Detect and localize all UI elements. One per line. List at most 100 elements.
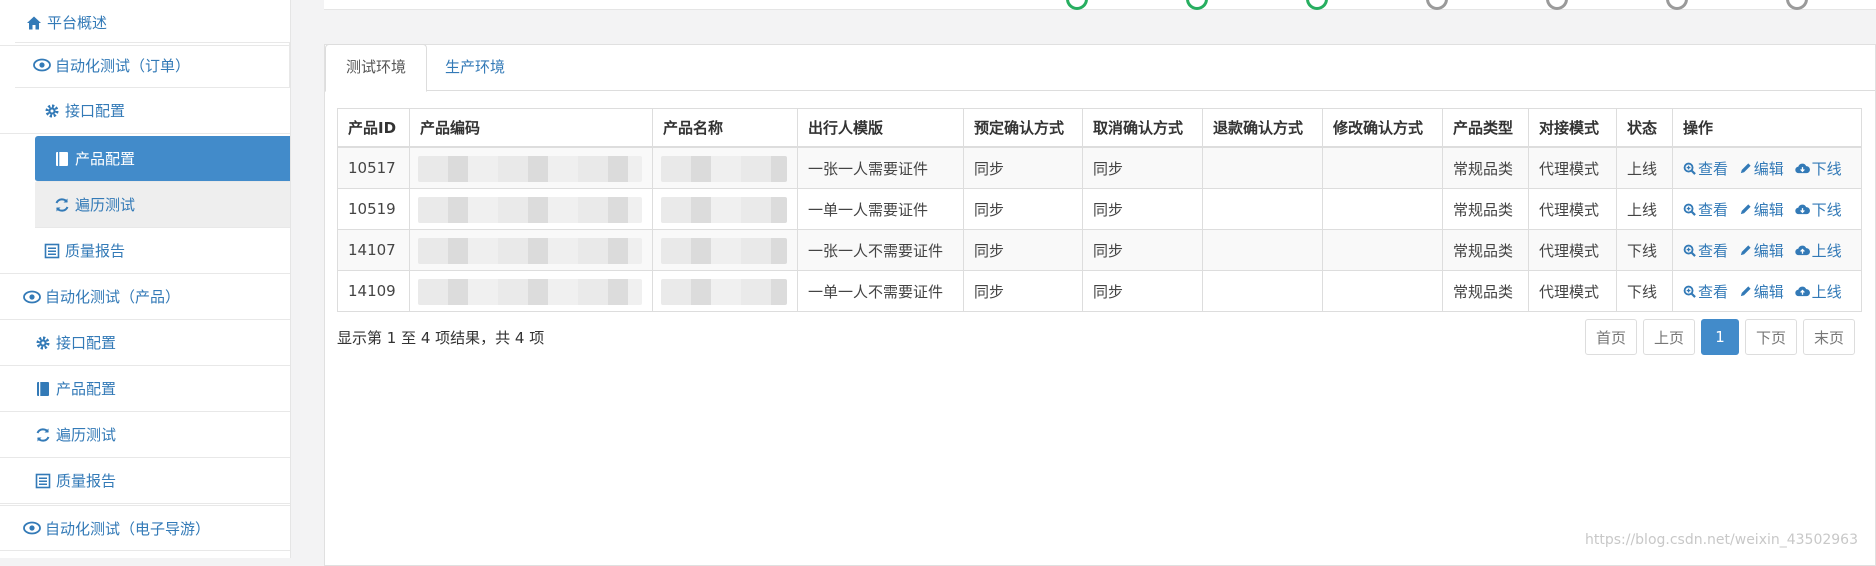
edit-link[interactable]: 编辑 (1739, 281, 1784, 302)
product-type-cell: 常规品类 (1442, 270, 1529, 312)
sidebar-item-platform-overview[interactable]: 平台概述 (0, 0, 290, 46)
sidebar-item-traversal-test[interactable]: 遍历测试 (35, 182, 290, 228)
gear-icon (34, 334, 52, 352)
product-type-cell: 常规品类 (1442, 229, 1529, 271)
pagination: 首页 上页 1 下页 末页 (1579, 319, 1855, 355)
sidebar-item-label: 遍历测试 (75, 196, 136, 214)
first-page-button[interactable]: 首页 (1584, 319, 1637, 355)
status-cell: 下线 (1616, 229, 1673, 271)
refund-confirm-cell (1202, 146, 1323, 189)
last-page-button[interactable]: 末页 (1802, 319, 1855, 355)
list-icon (34, 472, 52, 490)
traveler-template-cell: 一单一人不需要证件 (797, 270, 964, 312)
column-header-integration-mode[interactable]: 对接模式 (1528, 108, 1617, 148)
pencil-icon (1740, 285, 1751, 296)
modify-confirm-cell (1322, 270, 1443, 312)
step-indicator-bar (324, 0, 1876, 10)
sidebar-item-interface-config[interactable]: 接口配置 (0, 320, 290, 366)
sidebar-group-order-automation[interactable]: 自动化测试（订单） (15, 42, 290, 88)
actions-cell: 查看 编辑 下线 (1672, 188, 1862, 230)
column-header-refund-confirm[interactable]: 退款确认方式 (1202, 108, 1323, 148)
tab-production-environment[interactable]: 生产环境 (425, 45, 525, 90)
home-icon (25, 14, 43, 32)
sidebar-item-interface-config[interactable]: 接口配置 (0, 88, 290, 134)
view-link[interactable]: 查看 (1683, 240, 1728, 261)
table-row: 14109 一单一人不需要证件 同步 同步 常规品类 代理模式 下线 查看 编辑… (337, 270, 1862, 312)
refresh-icon (53, 196, 71, 214)
sidebar-item-label: 接口配置 (56, 334, 117, 352)
zoom-in-icon (1683, 162, 1696, 175)
edit-link[interactable]: 编辑 (1739, 158, 1784, 179)
product-table: 产品ID 产品编码 产品名称 出行人模版 预定确认方式 取消确认方式 退款确认方… (337, 108, 1862, 312)
offline-link[interactable]: 下线 (1794, 199, 1842, 220)
sidebar-item-quality-report[interactable]: 质量报告 (0, 458, 290, 504)
sidebar-item-label: 接口配置 (65, 102, 126, 120)
edit-link[interactable]: 编辑 (1739, 240, 1784, 261)
step-pending-icon (1786, 0, 1808, 10)
view-link[interactable]: 查看 (1683, 281, 1728, 302)
table-row: 10519 一单一人需要证件 同步 同步 常规品类 代理模式 上线 查看 编辑 … (337, 188, 1862, 230)
cancel-confirm-cell: 同步 (1082, 270, 1203, 312)
integration-mode-cell: 代理模式 (1528, 188, 1617, 230)
tab-test-environment[interactable]: 测试环境 (325, 44, 428, 92)
environment-tabs: 测试环境 生产环境 (325, 44, 1875, 92)
sidebar-item-product-config[interactable]: 产品配置 (35, 136, 290, 182)
column-header-modify-confirm[interactable]: 修改确认方式 (1322, 108, 1443, 148)
redacted-block (418, 279, 642, 305)
view-link[interactable]: 查看 (1683, 158, 1728, 179)
column-header-traveler-template[interactable]: 出行人模版 (797, 108, 964, 148)
column-header-product-name[interactable]: 产品名称 (652, 108, 798, 148)
actions-cell: 查看 编辑 下线 (1672, 146, 1862, 189)
sidebar-group-product-automation[interactable]: 自动化测试（产品） (0, 274, 290, 320)
redacted-block (661, 238, 787, 264)
product-type-cell: 常规品类 (1442, 188, 1529, 230)
sidebar-item-label: 遍历测试 (56, 426, 117, 444)
booking-confirm-cell: 同步 (963, 188, 1083, 230)
redacted-block (418, 156, 642, 182)
column-header-product-type[interactable]: 产品类型 (1442, 108, 1529, 148)
redacted-block (418, 238, 642, 264)
product-name-cell (652, 270, 798, 312)
prev-page-button[interactable]: 上页 (1642, 319, 1695, 355)
status-cell: 上线 (1616, 188, 1673, 230)
sidebar-item-label: 平台概述 (47, 14, 108, 32)
booking-confirm-cell: 同步 (963, 146, 1083, 189)
sidebar-item-product-config[interactable]: 产品配置 (0, 366, 290, 412)
column-header-cancel-confirm[interactable]: 取消确认方式 (1082, 108, 1203, 148)
sidebar-item-label: 产品配置 (75, 150, 136, 168)
column-header-product-id[interactable]: 产品ID (337, 108, 410, 148)
eye-icon (33, 56, 51, 74)
sidebar-group-e-guide-automation[interactable]: 自动化测试（电子导游） (0, 505, 290, 551)
edit-link[interactable]: 编辑 (1739, 199, 1784, 220)
step-done-icon (1066, 0, 1088, 10)
column-header-product-code[interactable]: 产品编码 (409, 108, 653, 148)
book-icon (34, 380, 52, 398)
column-header-status[interactable]: 状态 (1616, 108, 1673, 148)
offline-link[interactable]: 下线 (1794, 158, 1842, 179)
sidebar-item-traversal-test[interactable]: 遍历测试 (0, 412, 290, 458)
status-cell: 上线 (1616, 146, 1673, 189)
traveler-template-cell: 一张一人需要证件 (797, 146, 964, 189)
online-link[interactable]: 上线 (1794, 281, 1842, 302)
integration-mode-cell: 代理模式 (1528, 229, 1617, 271)
pencil-icon (1740, 244, 1751, 255)
sidebar-item-quality-report[interactable]: 质量报告 (0, 228, 290, 274)
cancel-confirm-cell: 同步 (1082, 146, 1203, 189)
cloud-download-icon (1794, 204, 1810, 214)
zoom-in-icon (1683, 285, 1696, 298)
pencil-icon (1740, 162, 1751, 173)
book-icon (53, 150, 71, 168)
status-cell: 下线 (1616, 270, 1673, 312)
eye-icon (23, 288, 41, 306)
modify-confirm-cell (1322, 146, 1443, 189)
cloud-upload-icon (1794, 286, 1810, 296)
next-page-button[interactable]: 下页 (1744, 319, 1797, 355)
view-link[interactable]: 查看 (1683, 199, 1728, 220)
product-id-cell: 14109 (337, 270, 410, 312)
column-header-booking-confirm[interactable]: 预定确认方式 (963, 108, 1083, 148)
cloud-download-icon (1794, 163, 1810, 173)
booking-confirm-cell: 同步 (963, 229, 1083, 271)
actions-cell: 查看 编辑 上线 (1672, 270, 1862, 312)
online-link[interactable]: 上线 (1794, 240, 1842, 261)
page-1-button[interactable]: 1 (1700, 319, 1739, 355)
